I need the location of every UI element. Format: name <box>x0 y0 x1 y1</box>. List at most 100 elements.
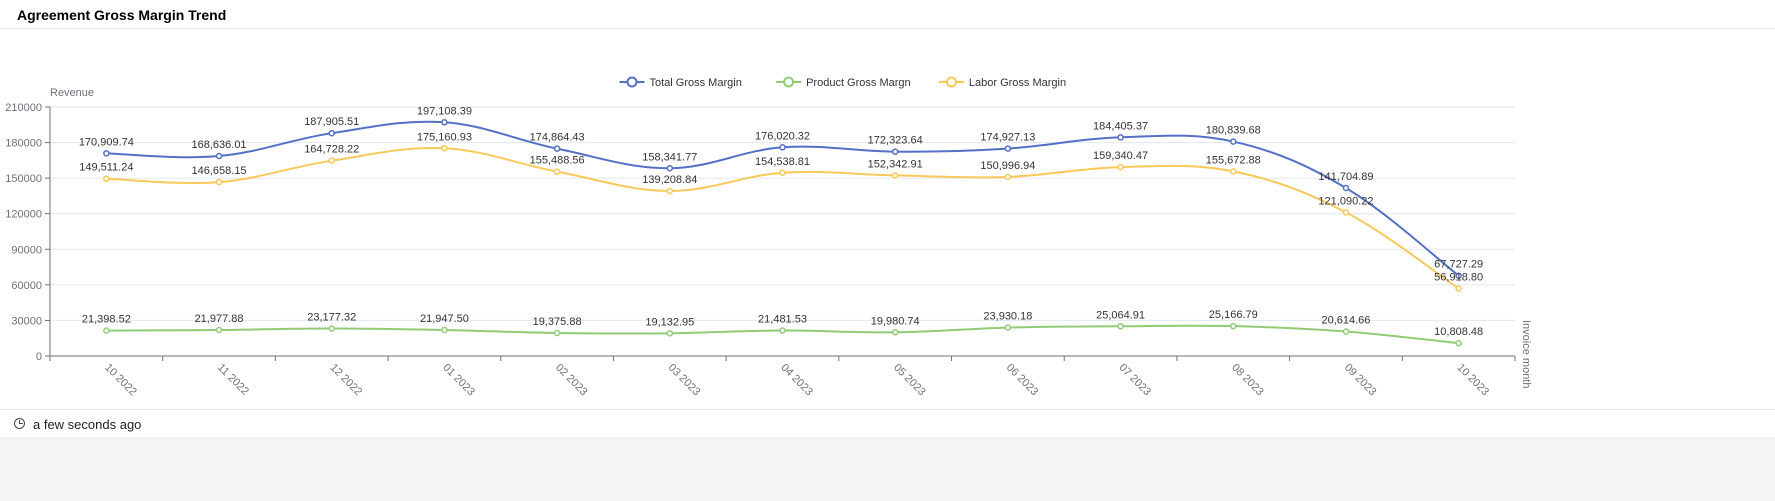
data-point <box>891 172 899 179</box>
legend-item: Labor Gross Margin <box>969 77 1066 89</box>
y-tick-label: 30000 <box>11 315 42 327</box>
data-point <box>666 330 674 337</box>
data-point <box>1117 163 1124 171</box>
y-tick-label: 180000 <box>5 138 42 150</box>
last-updated: a few seconds ago <box>33 417 142 432</box>
data-label: 175,160.93 <box>417 131 472 143</box>
y-axis-label: Revenue <box>50 87 94 99</box>
data-point <box>1342 184 1350 192</box>
data-point <box>441 326 448 334</box>
x-axis-label: Invoice month <box>1520 320 1532 388</box>
x-tick-label: 07 2023 <box>1116 362 1153 399</box>
data-label: 121,090.22 <box>1318 195 1373 207</box>
y-tick-label: 0 <box>36 351 42 363</box>
data-label: 170,909.74 <box>79 136 134 148</box>
line-chart: 0 30000 60000 90000 120000 150000 180000 210000… <box>5 76 1532 399</box>
data-label: 10,808.48 <box>1434 326 1483 338</box>
data-point <box>779 144 786 151</box>
x-tick-label: 08 2023 <box>1229 362 1266 399</box>
data-label: 159,340.47 <box>1093 150 1148 162</box>
data-label: 184,405.37 <box>1093 120 1148 132</box>
data-point <box>328 129 335 137</box>
x-tick-label: 03 2023 <box>666 362 703 399</box>
data-label: 197,108.39 <box>417 105 472 117</box>
data-point <box>103 175 110 182</box>
data-point <box>1230 138 1237 145</box>
data-point <box>1230 322 1237 330</box>
x-tick-label: 05 2023 <box>891 362 928 399</box>
data-label: 146,658.15 <box>192 165 247 177</box>
data-label: 25,166.79 <box>1209 309 1258 321</box>
data-point <box>1342 328 1350 335</box>
data-point <box>103 327 110 334</box>
data-label: 21,977.88 <box>195 313 244 325</box>
data-label: 187,905.51 <box>304 116 359 128</box>
data-label: 19,980.74 <box>871 315 920 327</box>
data-point <box>666 165 674 172</box>
data-label: 155,488.56 <box>530 155 585 167</box>
x-tick-label: 09 2023 <box>1342 362 1379 399</box>
data-point <box>666 187 674 195</box>
data-label: 172,323.64 <box>868 135 923 147</box>
y-tick-label: 120000 <box>5 209 42 221</box>
data-label: 19,375.88 <box>533 316 582 328</box>
data-label: 168,636.01 <box>192 139 247 151</box>
data-point <box>891 148 899 155</box>
data-point <box>1117 323 1124 330</box>
data-label: 152,342.91 <box>868 158 923 170</box>
legend-marker <box>626 76 638 88</box>
x-tick-label: 06 2023 <box>1004 362 1041 399</box>
data-point <box>103 150 110 157</box>
data-label: 23,177.32 <box>307 312 356 324</box>
data-label: 21,947.50 <box>420 313 469 325</box>
x-tick-label: 10 2022 <box>102 362 139 399</box>
data-label: 23,930.18 <box>983 311 1032 323</box>
chart-title: Agreement Gross Margin Trend <box>17 7 227 23</box>
data-label: 154,538.81 <box>755 156 810 168</box>
y-tick-label: 60000 <box>11 280 42 292</box>
data-point <box>441 119 448 126</box>
data-point <box>441 145 448 152</box>
x-tick-label: 04 2023 <box>778 362 815 399</box>
data-label: 150,996.94 <box>980 160 1035 172</box>
data-point <box>779 327 786 334</box>
data-point <box>779 169 786 177</box>
data-point <box>553 168 561 175</box>
x-tick-label: 10 2023 <box>1455 362 1492 399</box>
data-label: 25,064.91 <box>1096 309 1145 321</box>
data-label: 139,208.84 <box>642 174 697 186</box>
data-label: 174,927.13 <box>980 132 1035 144</box>
page-background <box>0 437 1775 501</box>
x-tick-label: 12 2022 <box>328 362 365 399</box>
data-point <box>553 329 561 337</box>
data-point <box>215 178 223 186</box>
data-point <box>1004 145 1012 152</box>
x-tick-label: 02 2023 <box>553 362 590 399</box>
data-label: 158,341.77 <box>642 151 697 163</box>
data-point <box>328 325 335 332</box>
data-label: 20,614.66 <box>1321 315 1370 327</box>
data-label: 149,511.24 <box>79 162 133 174</box>
card-footer: a few seconds ago <box>0 409 1775 438</box>
data-point <box>891 329 899 336</box>
card-header: Agreement Gross Margin Trend <box>0 0 1775 29</box>
x-tick-label: 11 2022 <box>215 362 251 398</box>
legend-marker <box>783 76 795 88</box>
data-label: 176,020.32 <box>755 130 810 142</box>
data-point <box>1342 209 1350 216</box>
y-tick-label: 210000 <box>5 102 42 114</box>
data-label: 164,728.22 <box>304 144 359 156</box>
x-tick-label: 01 2023 <box>440 362 477 399</box>
data-label: 174,864.43 <box>530 132 585 144</box>
data-point <box>1455 285 1462 292</box>
data-point <box>1117 134 1124 141</box>
data-point <box>553 145 561 152</box>
data-point <box>1004 324 1012 331</box>
data-label: 56,918.80 <box>1434 272 1483 284</box>
data-label: 180,839.68 <box>1206 125 1261 137</box>
series-line <box>106 147 1460 290</box>
data-point <box>328 157 335 164</box>
data-point <box>215 152 223 160</box>
y-tick-label: 150000 <box>5 173 42 185</box>
data-label: 67,727.29 <box>1434 259 1483 271</box>
